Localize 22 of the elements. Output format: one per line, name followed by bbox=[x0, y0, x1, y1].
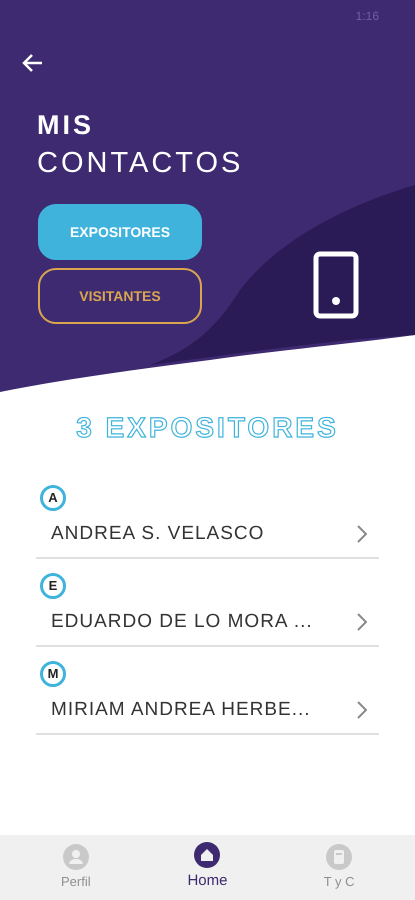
chevron-right-icon bbox=[357, 701, 367, 719]
list-heading: 3 EXPOSITORES bbox=[76, 411, 339, 445]
contact-name: EDUARDO DE LO MORA ... bbox=[51, 610, 313, 634]
back-arrow-icon bbox=[22, 53, 44, 73]
letter-badge: M bbox=[40, 661, 66, 687]
contact-row[interactable]: ANDREA S. VELASCO bbox=[36, 511, 379, 559]
letter-badge: E bbox=[40, 573, 66, 599]
tab[interactable]: VISITANTES bbox=[38, 268, 202, 324]
contact-name: ANDREA S. VELASCO bbox=[51, 522, 264, 546]
title-text: CONTACTOS bbox=[37, 149, 244, 178]
person-icon bbox=[62, 844, 89, 870]
letter-badge: A bbox=[40, 485, 66, 511]
document-icon bbox=[326, 844, 352, 870]
chevron-right-icon bbox=[357, 613, 367, 631]
title-text: MIS bbox=[37, 112, 96, 139]
home-icon bbox=[194, 842, 220, 868]
contact-name: MIRIAM ANDREA HERBE... bbox=[51, 698, 311, 722]
contact-row[interactable]: EDUARDO DE LO MORA ... bbox=[36, 599, 379, 647]
contact-row[interactable]: MIRIAM ANDREA HERBE... bbox=[36, 687, 379, 735]
chevron-right-icon bbox=[357, 525, 367, 543]
phone-icon bbox=[313, 251, 359, 319]
nav-tab[interactable]: Home bbox=[162, 842, 252, 893]
